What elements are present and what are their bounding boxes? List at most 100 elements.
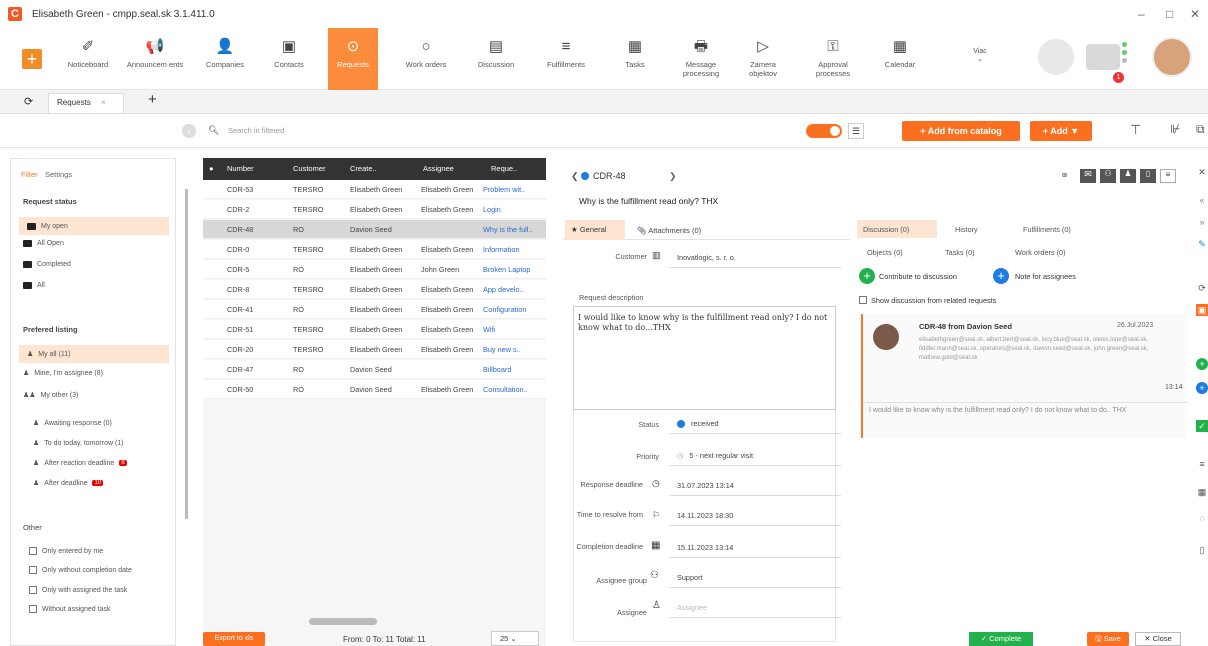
close-tab-icon[interactable]: × [101,98,106,107]
table-row[interactable]: CDR-20 TERSRO Elisabeth Green Elisabeth Gre… [203,340,546,359]
col-number[interactable]: Number [227,164,254,173]
horizontal-scrollbar[interactable] [309,618,377,625]
ai-assistant-avatar[interactable] [1038,39,1074,75]
status-all-open[interactable]: All Open [23,240,64,247]
checkbox[interactable] [29,566,37,574]
table-row[interactable]: CDR-48 RO Davion Seed Why is the full.. [203,220,546,239]
toolbar-item-message-processing[interactable]: 🖶 Message processing [672,28,730,90]
col-customer[interactable]: Customer [293,164,326,173]
resolve-field[interactable]: 14.11.2023 18:30 [669,506,841,526]
other-without-task[interactable]: Without assigned task [29,605,110,613]
tab-settings[interactable]: Settings [45,170,72,179]
status-my-open[interactable]: My open [19,217,169,235]
checkbox[interactable] [29,586,37,594]
toolbar-item-announcem-ents[interactable]: 📢 Announcem ents [124,28,186,90]
search-input[interactable]: Search in filtered [228,126,284,135]
next-icon[interactable]: ❯ [669,171,677,182]
col-created[interactable]: Create.. [350,164,377,173]
response-deadline-field[interactable]: 31.07.2023 13:14 [669,476,841,496]
mail-icon[interactable]: ✉ [1080,169,1096,183]
close-button[interactable]: ✕ Close [1135,632,1181,646]
table-row[interactable]: CDR-2 TERSRO Elisabeth Green Elisabeth Gree… [203,200,546,219]
sub-after-deadline[interactable]: ♟ After deadline 10 [33,479,104,487]
toolbar-item-companies[interactable]: 👤 Companies [196,28,254,90]
customer-field[interactable]: Inovatlogic, s. r. o. [669,248,841,268]
table-row[interactable]: CDR-0 TERSRO Elisabeth Green Elisabeth Gree… [203,240,546,259]
col-request[interactable]: Reque.. [491,164,517,173]
attachment-icon[interactable]: ▯ [1196,544,1208,556]
assignee-group-select[interactable]: Support [669,568,841,588]
table-row[interactable]: CDR-47 RO Davion Seed Billboard [203,360,546,379]
toolbar-item-noticeboard[interactable]: ✐ Noticeboard [60,28,116,90]
page-size-select[interactable]: 25 ⌄ [491,631,539,646]
preferred-my-other[interactable]: ♟♟ My other (3) [23,391,78,400]
note-button[interactable]: Note for assignees [1015,272,1076,281]
show-related-checkbox[interactable] [859,296,867,304]
toolbar-item-requests[interactable]: ⊙ Requests [328,28,378,90]
collapse-left-icon[interactable]: ‹ [182,124,196,138]
priority-select[interactable]: ◷ 5 - next regular visit [669,446,841,466]
tab-fulfillments[interactable]: Fulfillments (0) [1023,225,1071,234]
toolbar-item-calendar[interactable]: ▦ Calendar [872,28,928,90]
back-icon[interactable]: ❮ [571,171,579,182]
tab-requests[interactable]: Requests × [48,93,124,113]
sub-today[interactable]: ♟ To do today, tomorrow (1) [33,439,124,448]
contribute-plus-icon[interactable]: + [859,268,875,284]
table-row[interactable]: CDR-41 RO Elisabeth Green Elisabeth Green Co… [203,300,546,319]
document-icon[interactable]: ▯ [1140,169,1156,183]
refresh-icon[interactable]: ⟳ [24,95,33,108]
completion-field[interactable]: 15.11.2023 13:14 [669,538,841,558]
table-row[interactable]: CDR-8 TERSRO Elisabeth Green Elisabeth Gree… [203,280,546,299]
other-no-completion[interactable]: Only without completion date [29,566,132,574]
add-from-catalog-button[interactable]: + Add from catalog [902,121,1020,141]
maximize-button[interactable]: □ [1166,7,1173,21]
grid-icon[interactable]: ▦ [1196,486,1208,498]
filter-add-icon[interactable]: ⊤ [1130,122,1141,138]
status-select[interactable]: received [669,414,841,434]
close-pane-icon[interactable]: ✕ [1196,166,1208,178]
toolbar-item-contacts[interactable]: ▣ Contacts [262,28,316,90]
preferred-my-all[interactable]: ♟ My all (11) [19,345,169,363]
minimize-button[interactable]: – [1138,7,1145,21]
sync-icon[interactable]: ⟳ [1196,282,1208,294]
link-icon[interactable]: ⚭ [1060,169,1069,182]
tab-filter[interactable]: Filter [21,170,38,179]
toolbar-item-discussion[interactable]: ▤ Discussion [468,28,524,90]
select-all-icon[interactable]: ● [209,164,214,173]
toolbar-item-zamera-objektov[interactable]: ▷ Zamera objektov [736,28,790,90]
save-side-icon[interactable]: ▣ [1196,304,1208,316]
add-blue-icon[interactable]: + [1196,382,1208,394]
add-green-icon[interactable]: + [1196,358,1208,370]
status-all[interactable]: All [23,282,45,289]
person-icon[interactable]: ♟ [1120,169,1136,183]
toggle-switch[interactable] [806,124,842,138]
collapse-icon[interactable]: « [1196,194,1208,206]
tab-tasks[interactable]: Tasks (0) [945,248,975,257]
toolbar-item-work-orders[interactable]: ○ Work orders [396,28,456,90]
tab-history[interactable]: History [955,225,978,234]
table-row[interactable]: CDR-53 TERSRO Elisabeth Green Elisabeth Gre… [203,180,546,199]
filter-edit-icon[interactable]: ⊮ [1170,122,1180,136]
status-completed[interactable]: Completed [23,261,71,268]
toolbar-item-tasks[interactable]: ▦ Tasks [610,28,660,90]
checkbox[interactable] [29,547,37,555]
table-row[interactable]: CDR-5 RO Elisabeth Green John Green Broken L… [203,260,546,279]
save-button[interactable]: 🖫︎ Save [1087,632,1129,646]
close-window-button[interactable]: ✕ [1190,7,1200,21]
assignee-select[interactable]: Assignee [669,598,841,618]
col-assignee[interactable]: Assignee [423,164,454,173]
add-tab-button[interactable]: + [148,91,157,108]
user-avatar[interactable] [1152,37,1192,77]
quick-add-button[interactable]: + [22,49,42,69]
complete-side-icon[interactable]: ✓ [1196,420,1208,432]
tab-work-orders[interactable]: Work orders (0) [1015,248,1066,257]
more-menu[interactable]: Viac ⌄ [960,48,1000,63]
list-icon[interactable]: ≡ [1196,458,1208,470]
list-view-icon[interactable]: ☰ [848,123,864,139]
table-row[interactable]: CDR-50 RO Davion Seed Elisabeth Green Consul… [203,380,546,399]
expand-icon[interactable]: » [1196,216,1208,228]
menu-icon[interactable]: ≡ [1160,169,1176,183]
description-textarea[interactable]: I would like to know why is the fulfillm… [573,306,836,410]
other-entered-by-me[interactable]: Only entered by me [29,547,103,555]
cloud-sync-icon[interactable] [1086,44,1120,70]
